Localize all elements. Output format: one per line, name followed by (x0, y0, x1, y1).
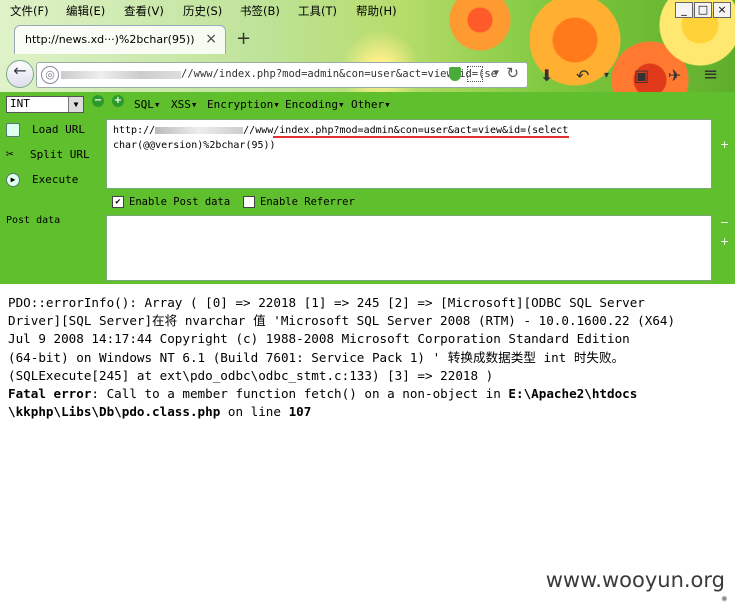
plus-icon[interactable]: + (112, 95, 124, 107)
reload-icon[interactable]: ↻ (506, 64, 519, 82)
reader-icon[interactable]: ▣ (634, 66, 649, 85)
address-bar[interactable]: ◎ //www/index.php?mod=admin&con=user&act… (36, 62, 528, 88)
close-tab-icon[interactable]: × (205, 31, 217, 47)
load-url-button[interactable]: Load URL (6, 123, 85, 137)
url-textarea[interactable]: http:// //www/index.php?mod=admin&con=use… (106, 119, 712, 189)
collapse-post-icon[interactable]: − (720, 216, 729, 229)
fatal-error-line-number: 107 (288, 404, 312, 420)
back-button[interactable]: ← (6, 60, 34, 88)
redacted-host (155, 126, 244, 134)
menu-other[interactable]: Other▾ (351, 98, 391, 111)
menu-encoding[interactable]: Encoding▾ (285, 98, 345, 111)
dropdown-arrow-icon[interactable]: ▾ (493, 66, 499, 79)
menu-encryption[interactable]: Encryption▾ (207, 98, 280, 111)
menu-help[interactable]: 帮助(H) (356, 3, 397, 19)
post-data-label: Post data (6, 215, 61, 226)
shield-icon[interactable] (449, 67, 461, 81)
page-output: PDO::errorInfo(): Array ( [0] => 22018 [… (8, 294, 728, 421)
execute-label: Execute (32, 173, 79, 186)
fatal-error-line-2: \kkphp\Libs\Db\pdo.class.php on line 107 (8, 403, 728, 421)
split-url-button[interactable]: ✂ Split URL (6, 148, 90, 161)
hamburger-menu-icon[interactable]: ≡ (703, 64, 718, 85)
split-url-label: Split URL (30, 148, 90, 161)
url-line-2: char(@@version)%2bchar(95)) (113, 140, 276, 151)
fatal-error-line-1: Fatal error: Call to a member function f… (8, 385, 728, 403)
hackbar-toolbar: INT ▼ − + SQL▾ XSS▾ Encryption▾ Encoding… (0, 92, 735, 116)
type-select-value: INT (10, 97, 30, 110)
enable-post-checkbox[interactable]: ✔ Enable Post data (112, 196, 230, 208)
maximize-button[interactable]: □ (694, 2, 712, 18)
download-icon[interactable]: ⬇ (540, 66, 553, 85)
expand-post-icon[interactable]: + (720, 235, 729, 248)
fatal-error-message: : Call to a member function fetch() on a… (91, 386, 509, 402)
fatal-error-path-2: \kkphp\Libs\Db\pdo.class.php (8, 404, 221, 420)
error-line-4: (64-bit) on Windows NT 6.1 (Build 7601: … (8, 349, 625, 365)
enable-referrer-label: Enable Referrer (260, 196, 355, 208)
url-line-1: http:// //www/index.php?mod=admin&con=use… (113, 125, 568, 136)
menu-bar: 文件(F) 编辑(E) 查看(V) 历史(S) 书签(B) 工具(T) 帮助(H… (0, 0, 735, 22)
menu-file[interactable]: 文件(F) (10, 3, 49, 19)
play-icon: ▶ (6, 173, 20, 187)
menu-sql[interactable]: SQL▾ (134, 98, 161, 111)
menu-xss[interactable]: XSS▾ (171, 98, 198, 111)
load-url-label: Load URL (32, 123, 85, 136)
fatal-error-online: on line (220, 404, 289, 420)
error-line-1: PDO::errorInfo(): Array ( [0] => 22018 [… (8, 295, 645, 310)
minus-icon[interactable]: − (92, 95, 104, 107)
menu-edit[interactable]: 编辑(E) (66, 3, 105, 19)
chevron-down-icon[interactable]: ▼ (68, 97, 83, 112)
navigation-bar: ← ◎ //www/index.php?mod=admin&con=user&a… (0, 58, 735, 92)
type-select[interactable]: INT ▼ (6, 96, 84, 113)
menu-bookmarks[interactable]: 书签(B) (240, 3, 280, 19)
minimize-button[interactable]: _ (675, 2, 693, 18)
status-icon: ◉ (721, 594, 727, 604)
browser-chrome: 文件(F) 编辑(E) 查看(V) 历史(S) 书签(B) 工具(T) 帮助(H… (0, 0, 735, 92)
qr-code-icon[interactable] (467, 66, 483, 82)
browser-tab[interactable]: http://news.xd···)%2bchar(95)) × (14, 25, 226, 54)
enable-post-label: Enable Post data (129, 196, 231, 208)
checkbox-checked-icon[interactable]: ✔ (112, 196, 124, 208)
post-data-textarea[interactable] (106, 215, 712, 281)
load-url-icon (6, 123, 20, 137)
red-underline-annotation (273, 136, 569, 138)
fatal-error-path-1: E:\Apache2\htdocs (508, 386, 638, 402)
globe-icon: ◎ (41, 66, 59, 84)
menu-history[interactable]: 历史(S) (183, 3, 222, 19)
error-line-5: (SQLExecute[245] at ext\pdo_odbc\odbc_st… (8, 367, 494, 383)
undo-icon[interactable]: ↶ (576, 66, 589, 85)
error-line-2: Driver][SQL Server]在将 nvarchar 值 'Micros… (8, 313, 676, 329)
execute-button[interactable]: ▶ Execute (6, 173, 78, 187)
url-path: //www/index.php?mod=admin&con=user&act=v… (243, 125, 569, 136)
redacted-host (61, 71, 181, 79)
undo-dropdown-icon[interactable]: ▾ (604, 70, 609, 81)
window-controls: _ □ × (675, 2, 731, 18)
enable-referrer-checkbox[interactable]: Enable Referrer (243, 196, 355, 208)
close-window-button[interactable]: × (713, 2, 731, 18)
expand-url-icon[interactable]: + (720, 138, 729, 151)
scissors-icon: ✂ (6, 147, 14, 162)
checkbox-unchecked-icon[interactable] (243, 196, 255, 208)
tab-title: http://news.xd···)%2bchar(95)) (25, 33, 195, 46)
fatal-error-label: Fatal error (8, 386, 92, 402)
hackbar-panel: INT ▼ − + SQL▾ XSS▾ Encryption▾ Encoding… (0, 92, 735, 284)
error-line-3: Jul 9 2008 14:17:44 Copyright (c) 1988-2… (8, 331, 630, 347)
menu-tools[interactable]: 工具(T) (298, 3, 337, 19)
watermark: www.wooyun.org (545, 568, 725, 592)
new-tab-button[interactable]: + (236, 28, 251, 49)
addon-icon[interactable]: ✈ (668, 66, 681, 85)
menu-view[interactable]: 查看(V) (124, 3, 164, 19)
url-prefix: http:// (113, 125, 156, 136)
